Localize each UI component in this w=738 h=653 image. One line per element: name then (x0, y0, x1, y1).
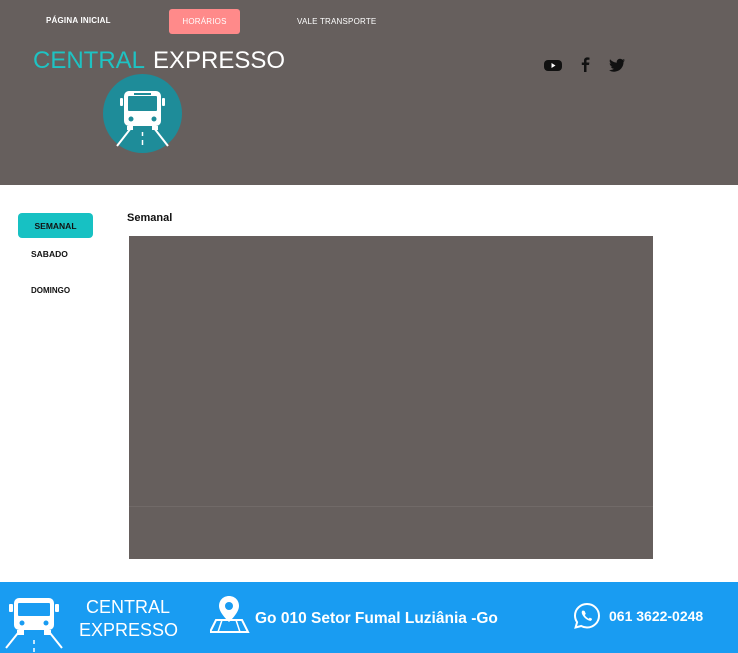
footer-brand-line2: EXPRESSO (79, 620, 179, 640)
youtube-icon[interactable] (543, 55, 563, 75)
whatsapp-icon[interactable] (573, 602, 601, 630)
map-pin-icon (210, 596, 250, 633)
tab-domingo[interactable]: DOMINGO (31, 286, 70, 295)
nav-schedules-link[interactable]: HORÁRIOS (169, 9, 240, 34)
footer-brand: CENTRAL EXPRESSO (79, 596, 178, 642)
bus-icon (5, 598, 63, 652)
brand-title-part2: EXPRESSO (153, 47, 286, 74)
footer-phone[interactable]: 061 3622-0248 (609, 608, 703, 624)
nav-home-link[interactable]: PÁGINA INICIAL (46, 16, 111, 25)
bus-icon (116, 91, 169, 147)
site-footer: CENTRAL EXPRESSO Go 010 Setor Fumal Luzi… (0, 582, 738, 653)
schedule-image-panel (129, 236, 653, 559)
brand-title-part1: CENTRAL (33, 47, 146, 74)
footer-brand-line1: CENTRAL (86, 597, 171, 617)
bus-logo (103, 74, 182, 153)
nav-voucher-link[interactable]: VALE TRANSPORTE (297, 17, 376, 26)
tab-semanal[interactable]: SEMANAL (18, 213, 93, 238)
brand-title: CENTRAL EXPRESSO (33, 47, 285, 75)
panel-divider (129, 506, 653, 507)
tab-sabado[interactable]: SABADO (31, 249, 68, 259)
twitter-icon[interactable] (607, 55, 627, 75)
site-header: PÁGINA INICIAL HORÁRIOS VALE TRANSPORTE … (0, 0, 738, 185)
section-title: Semanal (127, 212, 173, 224)
facebook-icon[interactable] (576, 55, 596, 75)
footer-address: Go 010 Setor Fumal Luziânia -Go (255, 610, 498, 627)
